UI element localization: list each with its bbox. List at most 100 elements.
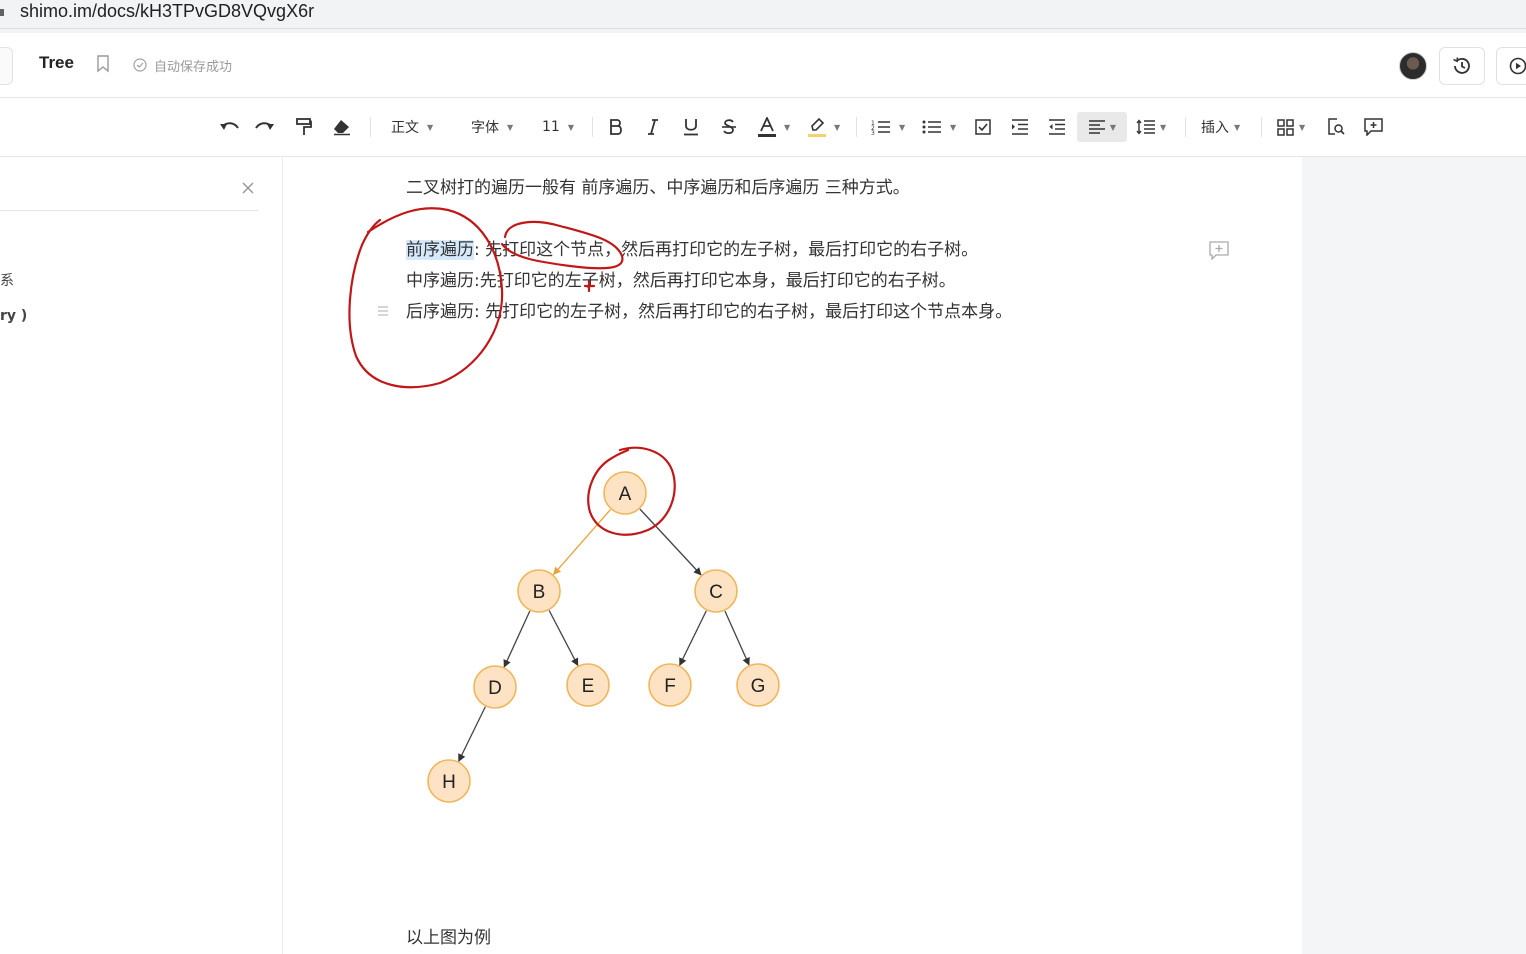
avatar[interactable] [1399,52,1427,80]
outline-item[interactable]: 系 [0,270,14,290]
tree-node-F: F [648,663,692,707]
text-color-icon [758,117,776,137]
right-gutter [1302,157,1526,954]
find-replace-button[interactable] [1327,98,1345,156]
table-dropdown[interactable]: ▼ [1277,98,1305,156]
font-size-dropdown[interactable]: 11 ▼ [542,98,574,156]
undo-icon [220,122,239,130]
ordered-list-dropdown[interactable]: 1 2 3 ▼ [871,98,905,156]
document-header: Tree 自动保存成功 [0,33,1526,98]
intro-paragraph[interactable]: 二叉树打的遍历一般有 前序遍历、中序遍历和后序遍历 三种方式。 [406,177,910,199]
lock-icon [0,9,4,16]
url-text[interactable]: shimo.im/docs/kH3TPvGD8VQvgX6r [20,0,314,22]
undo-button[interactable] [218,98,240,156]
history-icon [1453,57,1470,74]
tree-node-label: D [488,678,502,699]
tree-nodes: A B C D E F G H [427,471,780,803]
play-circle-icon [1509,57,1526,75]
caret-down-icon: ▼ [899,122,906,132]
svg-text:3: 3 [871,130,875,135]
tree-node-G: G [736,663,780,707]
tree-node-label: A [619,484,632,505]
line-spacing-dropdown[interactable]: ▼ [1136,98,1166,156]
caret-down-icon: ▼ [427,122,434,132]
caret-down-icon: ▼ [784,122,791,132]
insert-dropdown[interactable]: 插入 ▼ [1201,98,1240,156]
save-status: 自动保存成功 [154,60,233,75]
tree-node-H: H [427,759,471,803]
text-color-dropdown[interactable]: ▼ [758,98,790,156]
comment-add-icon [1364,118,1383,136]
caret-down-icon: ▼ [950,122,957,132]
caret-down-icon: ▼ [567,122,574,132]
find-document-icon [1328,118,1345,135]
ordered-list-icon: 1 2 3 [871,120,890,135]
tree-edge-A-C [639,508,702,576]
tree-node-C: C [694,569,738,613]
tree-node-label: F [664,676,676,697]
format-painter-button[interactable] [296,98,312,156]
history-button[interactable] [1439,47,1485,85]
line-spacing-icon [1136,119,1155,135]
bullet-list-dropdown[interactable]: ▼ [922,98,956,156]
selected-text[interactable]: 前序遍历 [406,240,474,260]
outdent-button[interactable] [1048,98,1066,156]
inorder-paragraph[interactable]: 中序遍历:先打印它的左子树，然后再打印它本身，最后打印它的右子树。 [406,270,956,292]
add-comment-button[interactable] [1364,98,1383,156]
tree-node-label: B [533,582,546,603]
italic-button[interactable] [647,98,659,156]
bookmark-icon[interactable] [96,55,110,73]
clear-format-button[interactable] [332,98,352,156]
drag-handle-icon[interactable] [377,305,389,317]
grid-icon [1277,118,1294,136]
tree-node-D: D [473,665,517,709]
tree-node-label: G [751,676,766,697]
caret-down-icon: ▼ [834,122,841,132]
back-tab[interactable] [0,47,13,85]
close-icon[interactable] [241,181,255,195]
comment-add-icon[interactable] [1209,241,1229,260]
paragraph-style-dropdown[interactable]: 正文 ▼ [391,98,433,156]
font-family-label: 字体 [471,120,499,136]
outline-item[interactable]: ry ) [0,308,27,324]
redo-icon [255,122,274,130]
tree-edge-B-E [548,610,579,667]
browser-address-bar[interactable]: shimo.im/docs/kH3TPvGD8VQvgX6r [0,0,1526,29]
caret-down-icon: ▼ [1160,122,1167,132]
insert-label: 插入 [1201,120,1229,136]
document-title[interactable]: Tree [39,53,74,73]
highlight-color-dropdown[interactable]: ▼ [808,98,840,156]
present-button[interactable] [1496,47,1526,85]
caret-down-icon: ▼ [507,122,514,132]
postorder-paragraph[interactable]: 后序遍历: 先打印它的左子树，然后再打印它的右子树，最后打印这个节点本身。 [406,301,1012,323]
strikethrough-button[interactable] [721,98,737,156]
tree-edges [458,508,750,762]
checklist-button[interactable] [975,98,991,156]
caret-down-icon: ▼ [1109,122,1117,132]
tree-edge-C-F [679,610,707,666]
outline-panel: 系 ry ) [0,157,283,954]
tree-edge-C-G [724,610,750,666]
preorder-description: : 先打印这个节点，然后再打印它的左子树，最后打印它的右子树。 [474,240,979,260]
italic-icon [648,119,658,135]
align-dropdown[interactable]: ▼ [1077,112,1127,142]
underline-button[interactable] [683,98,699,156]
paragraph-style-label: 正文 [391,120,419,136]
tree-edge-A-B [552,509,611,576]
tree-edge-D-H [458,706,486,762]
tree-node-label: C [709,582,723,603]
bullet-list-icon [922,120,941,134]
outdent-icon [1049,119,1065,135]
caret-down-icon: ▼ [1299,122,1306,132]
document-page[interactable]: 二叉树打的遍历一般有 前序遍历、中序遍历和后序遍历 三种方式。 前序遍历: 先打… [283,157,1302,954]
bold-icon [610,119,622,135]
font-family-dropdown[interactable]: 字体 ▼ [471,98,513,156]
checkbox-icon [975,119,991,135]
example-caption[interactable]: 以上图为例 [406,927,491,949]
indent-button[interactable] [1011,98,1029,156]
underline-icon [684,119,698,136]
preorder-paragraph[interactable]: 前序遍历: 先打印这个节点，然后再打印它的左子树，最后打印它的右子树。 [406,239,978,261]
binary-tree-diagram[interactable]: A B C D E F G H [403,437,803,817]
redo-button[interactable] [254,98,276,156]
bold-button[interactable] [609,98,623,156]
